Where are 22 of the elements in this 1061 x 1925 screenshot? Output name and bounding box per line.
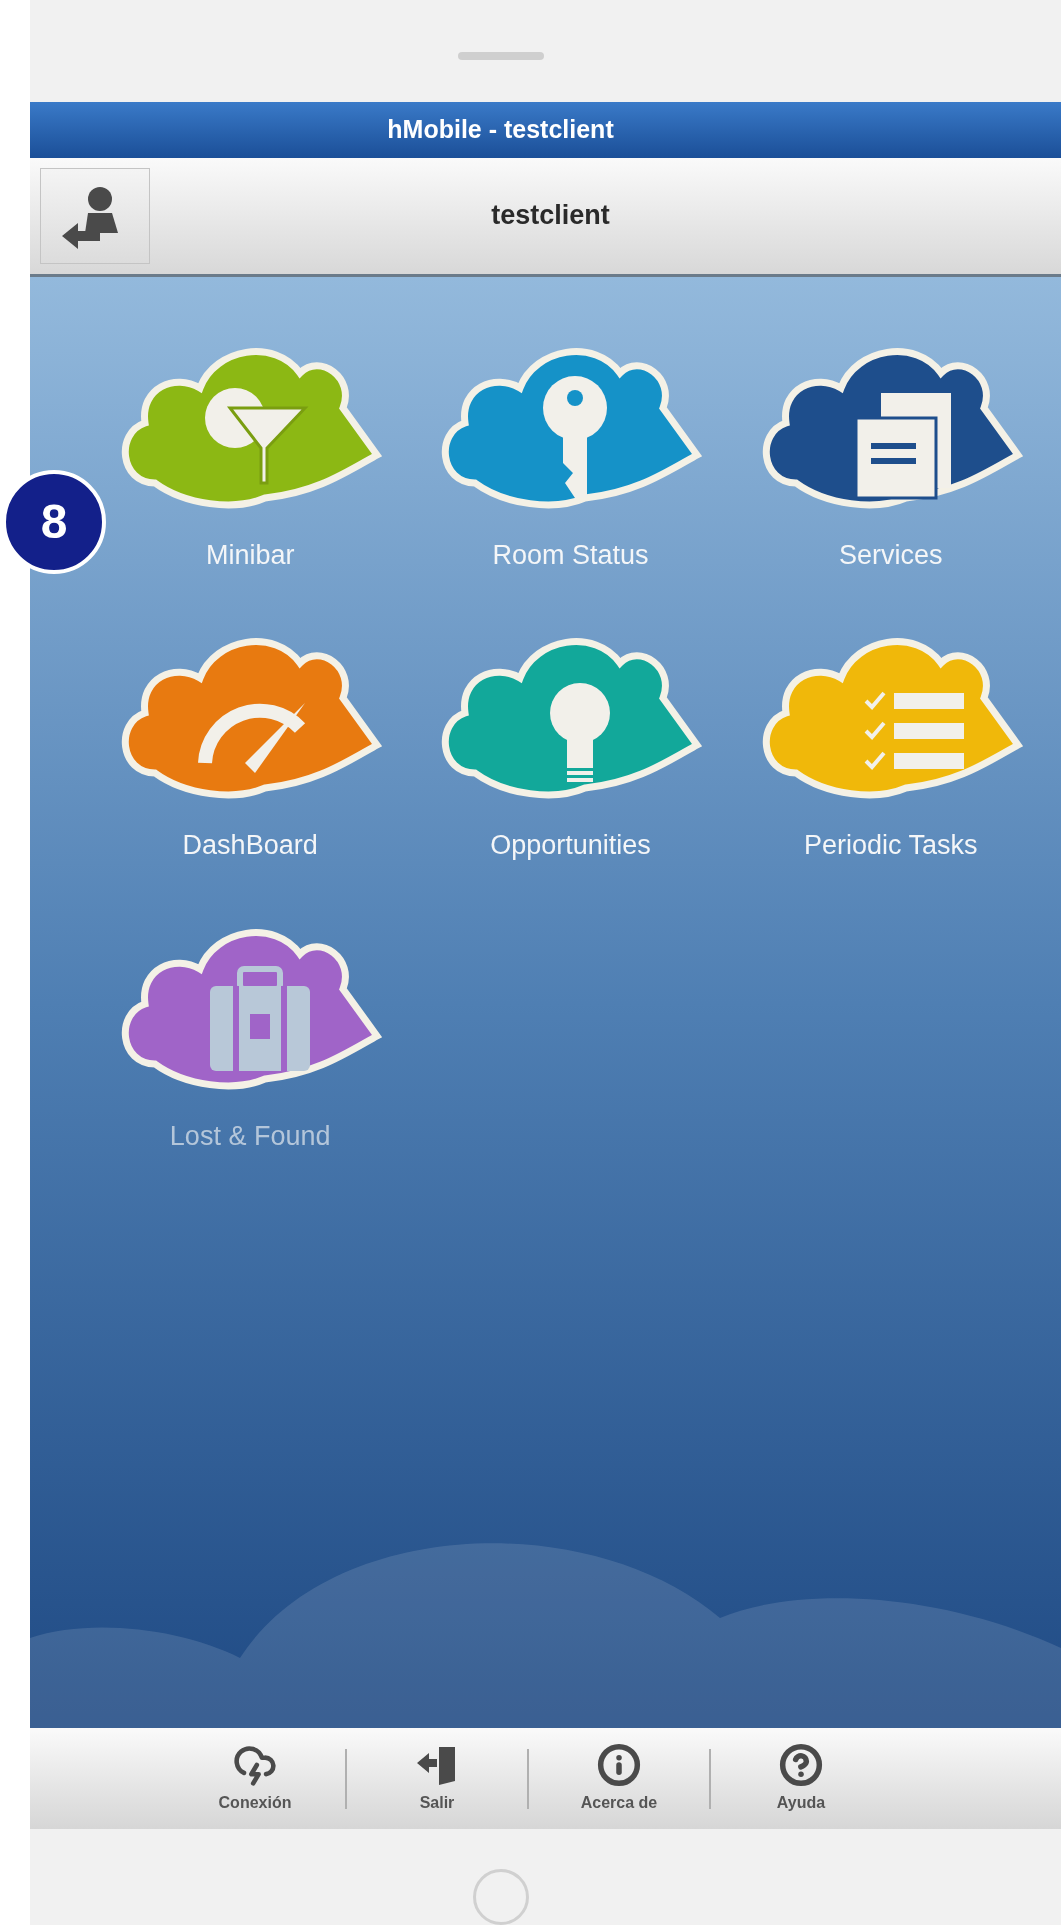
window-title: hMobile - testclient (387, 113, 614, 145)
help-icon (779, 1742, 823, 1787)
cocktail-glass-icon (205, 387, 309, 485)
bottom-bar-button[interactable]: Acerca de (569, 1742, 669, 1815)
document-icon (854, 392, 951, 500)
switch-user-button[interactable] (40, 167, 150, 264)
checklist-icon (864, 692, 964, 771)
key-icon (543, 375, 608, 498)
info-icon (597, 1742, 641, 1787)
bottom-bar-button[interactable]: Conexión (205, 1742, 305, 1815)
bottom-bar-button[interactable]: Ayuda (751, 1742, 851, 1815)
app-tile[interactable]: Periodic Tasks (755, 623, 1026, 866)
app-tile[interactable]: Services (755, 332, 1026, 576)
app-tile[interactable]: DashBoard (115, 623, 386, 866)
toolbar-title: testclient (490, 199, 610, 233)
suitcase-icon (210, 965, 311, 1071)
light-bulb-icon (550, 683, 611, 783)
app-tile[interactable]: Minibar (115, 332, 386, 576)
gauge-icon (198, 703, 306, 774)
bottom-bar-button[interactable]: Salir (387, 1742, 487, 1815)
app-tile[interactable]: Opportunities (435, 623, 706, 866)
app-tile[interactable]: Room Status (435, 332, 706, 576)
